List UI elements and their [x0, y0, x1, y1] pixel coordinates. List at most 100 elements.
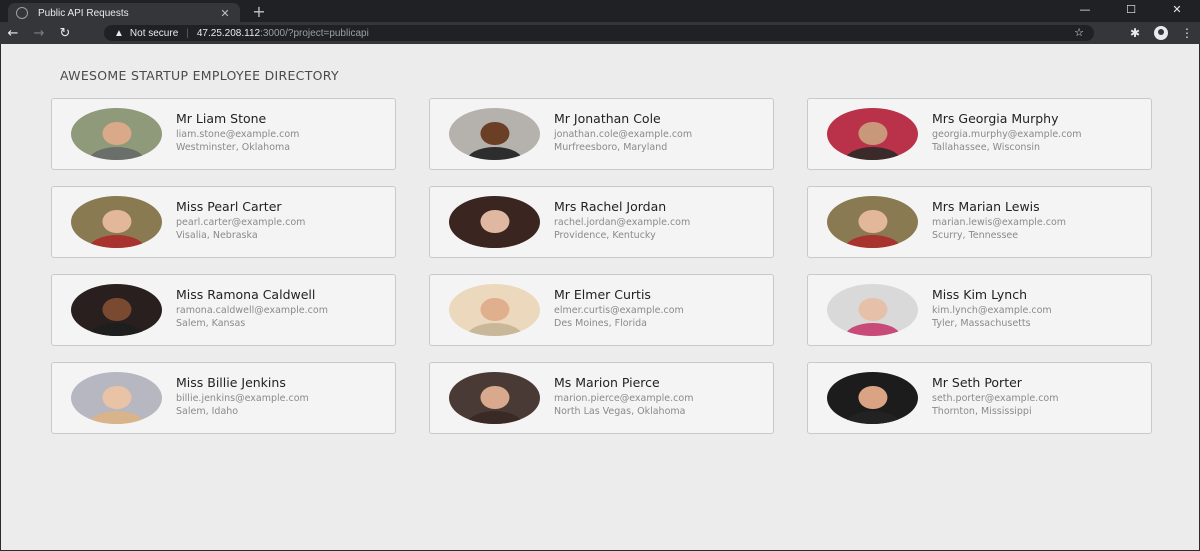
employee-name: Miss Ramona Caldwell [176, 287, 316, 302]
employee-name: Miss Pearl Carter [176, 199, 282, 214]
employee-location: Providence, Kentucky [554, 230, 656, 241]
employee-card[interactable]: Miss Ramona Caldwell ramona.caldwell@exam… [51, 274, 396, 346]
employee-location: Westminster, Oklahoma [176, 142, 291, 153]
address-bar[interactable]: ▲ Not secure | 47.25.208.112 :3000/?proj… [104, 25, 1094, 41]
avatar [71, 196, 162, 248]
tab-strip: Public API Requests ✕ + — ☐ ✕ [0, 0, 1200, 23]
employee-location: North Las Vegas, Oklahoma [554, 406, 686, 417]
employee-name: Mr Elmer Curtis [554, 287, 651, 302]
employee-info: Miss Kim Lynch kim.lynch@example.com Tyler… [932, 287, 1052, 330]
employee-card[interactable]: Mr Elmer Curtis elmer.curtis@example.com D… [429, 274, 774, 346]
url-path: :3000/?project=publicapi [260, 27, 369, 39]
employee-email: pearl.carter@example.com [176, 217, 306, 228]
security-status[interactable]: Not secure [130, 28, 178, 39]
employee-email: billie.jenkins@example.com [176, 393, 309, 404]
employee-card[interactable]: Miss Kim Lynch kim.lynch@example.com Tyler… [807, 274, 1152, 346]
employee-info: Miss Ramona Caldwell ramona.caldwell@exam… [176, 287, 328, 330]
profile-button[interactable] [1148, 26, 1174, 40]
employee-card[interactable]: Mrs Marian Lewis marian.lewis@example.com… [807, 186, 1152, 258]
employee-info: Miss Pearl Carter pearl.carter@example.co… [176, 199, 305, 242]
employee-card[interactable]: Mrs Georgia Murphy georgia.murphy@example… [807, 98, 1152, 170]
employee-name: Mr Liam Stone [176, 111, 267, 126]
reload-button[interactable]: ↻ [52, 22, 78, 44]
avatar [827, 108, 918, 160]
employee-email: liam.stone@example.com [176, 129, 300, 140]
employee-info: Mr Jonathan Cole jonathan.cole@example.co… [554, 111, 692, 154]
extensions-icon[interactable]: ✱ [1122, 26, 1148, 40]
employee-info: Mr Seth Porter seth.porter@example.com Tho… [932, 375, 1058, 418]
avatar [449, 108, 540, 160]
employee-card[interactable]: Mr Jonathan Cole jonathan.cole@example.co… [429, 98, 774, 170]
warning-icon: ▲ [114, 27, 124, 39]
employee-info: Mr Liam Stone liam.stone@example.com Westm… [176, 111, 299, 154]
employee-location: Salem, Idaho [176, 406, 239, 417]
employee-location: Salem, Kansas [176, 318, 246, 329]
employee-card[interactable]: Miss Billie Jenkins billie.jenkins@exampl… [51, 362, 396, 434]
employee-card[interactable]: Mrs Rachel Jordan rachel.jordan@example.c… [429, 186, 774, 258]
employee-card[interactable]: Ms Marion Pierce marion.pierce@example.co… [429, 362, 774, 434]
employee-name: Mrs Georgia Murphy [932, 111, 1059, 126]
employee-info: Mrs Rachel Jordan rachel.jordan@example.c… [554, 199, 690, 242]
employee-name: Miss Billie Jenkins [176, 375, 286, 390]
page-content: AWESOME STARTUP EMPLOYEE DIRECTORY Mr Li… [0, 44, 1200, 551]
browser-tab[interactable]: Public API Requests ✕ [8, 3, 240, 23]
employee-name: Miss Kim Lynch [932, 287, 1028, 302]
reload-icon: ↻ [59, 25, 71, 41]
employee-email: marian.lewis@example.com [932, 217, 1067, 228]
employee-email: georgia.murphy@example.com [932, 129, 1082, 140]
avatar [449, 372, 540, 424]
page-title: AWESOME STARTUP EMPLOYEE DIRECTORY [60, 68, 339, 83]
window-controls: — ☐ ✕ [1062, 0, 1200, 20]
employee-info: Miss Billie Jenkins billie.jenkins@exampl… [176, 375, 309, 418]
employee-card[interactable]: Mr Liam Stone liam.stone@example.com Westm… [51, 98, 396, 170]
employee-name: Ms Marion Pierce [554, 375, 660, 390]
employee-email: kim.lynch@example.com [932, 305, 1052, 316]
star-icon[interactable]: ☆ [1074, 26, 1084, 39]
maximize-button[interactable]: ☐ [1108, 0, 1154, 18]
employee-gallery: Mr Liam Stone liam.stone@example.com Westm… [51, 98, 1152, 434]
employee-card[interactable]: Mr Seth Porter seth.porter@example.com Tho… [807, 362, 1152, 434]
employee-location: Tyler, Massachusetts [932, 318, 1031, 329]
employee-info: Ms Marion Pierce marion.pierce@example.co… [554, 375, 693, 418]
employee-location: Visalia, Nebraska [176, 230, 258, 241]
avatar [71, 284, 162, 336]
avatar [71, 372, 162, 424]
avatar [827, 284, 918, 336]
employee-location: Murfreesboro, Maryland [554, 142, 668, 153]
employee-email: seth.porter@example.com [932, 393, 1059, 404]
employee-name: Mr Jonathan Cole [554, 111, 661, 126]
avatar-icon [1154, 26, 1168, 40]
new-tab-button[interactable]: + [250, 3, 268, 21]
tab-close-icon[interactable]: ✕ [218, 8, 232, 19]
browser-toolbar: ← → ↻ ▲ Not secure | 47.25.208.112 :3000… [0, 22, 1200, 44]
avatar [449, 284, 540, 336]
toolbar-right: ✱ ⋮ [1122, 22, 1200, 44]
employee-card[interactable]: Miss Pearl Carter pearl.carter@example.co… [51, 186, 396, 258]
avatar [827, 196, 918, 248]
divider: | [186, 27, 189, 39]
avatar [827, 372, 918, 424]
tab-title: Public API Requests [38, 7, 129, 19]
employee-info: Mr Elmer Curtis elmer.curtis@example.com D… [554, 287, 684, 330]
employee-name: Mr Seth Porter [932, 375, 1022, 390]
minimize-button[interactable]: — [1062, 0, 1108, 18]
back-button[interactable]: ← [0, 22, 26, 44]
forward-button[interactable]: → [26, 22, 52, 44]
employee-location: Scurry, Tennessee [932, 230, 1019, 241]
arrow-right-icon: → [33, 25, 45, 41]
menu-icon[interactable]: ⋮ [1174, 26, 1200, 40]
employee-location: Thornton, Mississippi [932, 406, 1032, 417]
employee-info: Mrs Marian Lewis marian.lewis@example.com… [932, 199, 1066, 242]
avatar [449, 196, 540, 248]
url-host: 47.25.208.112 [196, 27, 261, 39]
employee-name: Mrs Marian Lewis [932, 199, 1040, 214]
employee-email: marion.pierce@example.com [554, 393, 694, 404]
employee-email: rachel.jordan@example.com [554, 217, 691, 228]
employee-location: Des Moines, Florida [554, 318, 647, 329]
close-window-button[interactable]: ✕ [1154, 0, 1200, 18]
employee-name: Mrs Rachel Jordan [554, 199, 667, 214]
globe-icon [16, 7, 28, 19]
employee-info: Mrs Georgia Murphy georgia.murphy@example… [932, 111, 1082, 154]
employee-email: jonathan.cole@example.com [554, 129, 693, 140]
avatar [71, 108, 162, 160]
